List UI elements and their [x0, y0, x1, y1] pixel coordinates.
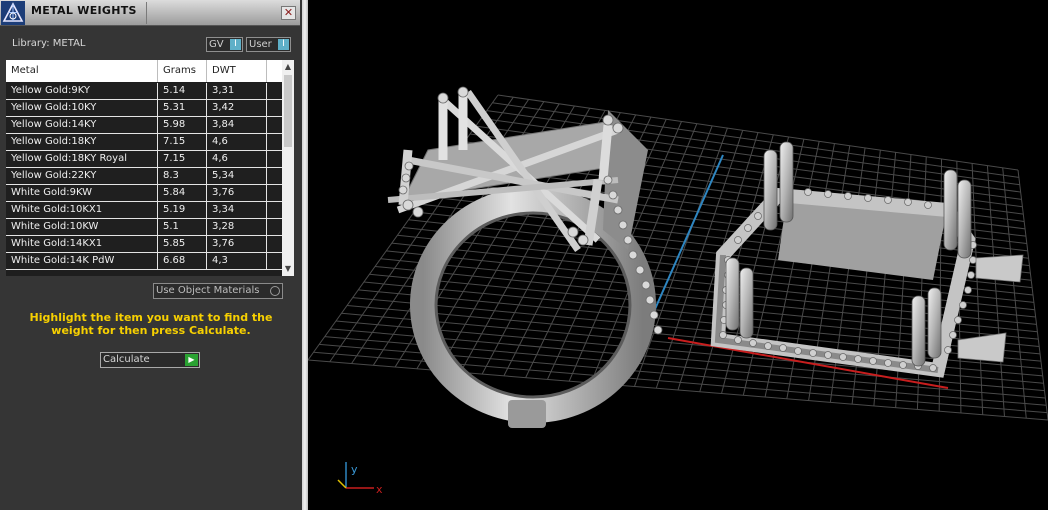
dwt-cell: 3,28	[207, 219, 267, 235]
table-row[interactable]: Yellow Gold:18KY Royal 7.15 4,6	[6, 151, 282, 168]
calculate-label: Calculate	[103, 354, 150, 365]
setting-model[interactable]	[710, 141, 1024, 378]
table-row[interactable]: White Gold:14K PdW 6.68 4,3	[6, 253, 282, 270]
close-button[interactable]: ✕	[281, 6, 296, 20]
toggle-indicator-icon: I	[278, 39, 289, 50]
dwt-cell: 5,34	[207, 168, 267, 184]
user-library-toggle[interactable]: User I	[246, 37, 291, 52]
use-object-materials-label: Use Object Materials	[156, 285, 260, 296]
dwt-cell: 3,76	[207, 236, 267, 252]
table-row[interactable]: Yellow Gold:9KY 5.14 3,31	[6, 83, 282, 100]
metal-cell: Yellow Gold:9KY	[6, 83, 158, 99]
table-row[interactable]: White Gold:10KX1 5.19 3,34	[6, 202, 282, 219]
column-header-dwt[interactable]: DWT	[207, 60, 267, 82]
3d-viewport[interactable]: y x	[308, 0, 1048, 510]
calculate-button[interactable]: Calculate ▶	[100, 352, 200, 368]
library-label: Library: METAL	[12, 38, 86, 49]
panel-title: METAL WEIGHTS	[31, 4, 137, 17]
metal-cell: Yellow Gold:18KY	[6, 134, 158, 150]
table-row[interactable]: White Gold:10KW 5.1 3,28	[6, 219, 282, 236]
metal-cell: Yellow Gold:22KY	[6, 168, 158, 184]
grams-cell: 5.1	[158, 219, 207, 235]
table-row[interactable]: Yellow Gold:22KY 8.3 5,34	[6, 168, 282, 185]
grams-cell: 5.14	[158, 83, 207, 99]
grams-cell: 7.15	[158, 151, 207, 167]
axis-gizmo: y x	[337, 462, 383, 496]
dwt-cell: 3,76	[207, 185, 267, 201]
metal-cell: White Gold:14K PdW	[6, 253, 158, 269]
user-toggle-label: User	[249, 39, 272, 50]
ring-model[interactable]	[387, 86, 663, 428]
metal-cell: White Gold:14KX1	[6, 236, 158, 252]
grams-cell: 5.84	[158, 185, 207, 201]
metal-weights-table[interactable]: Metal Grams DWT Yellow Gold:9KY 5.14 3,31 …	[6, 60, 294, 276]
title-bar[interactable]: METAL WEIGHTS ✕	[0, 0, 300, 26]
table-row[interactable]: Yellow Gold:10KY 5.31 3,42	[6, 100, 282, 117]
scroll-thumb[interactable]	[284, 75, 292, 147]
gizmo-x-label: x	[376, 483, 383, 496]
dwt-cell: 3,42	[207, 100, 267, 116]
table-row[interactable]: White Gold:9KW 5.84 3,76	[6, 185, 282, 202]
gv-library-toggle[interactable]: GV I	[206, 37, 243, 52]
title-separator	[146, 2, 147, 24]
table-row[interactable]: Yellow Gold:18KY 7.15 4,6	[6, 134, 282, 151]
grams-cell: 8.3	[158, 168, 207, 184]
grams-cell: 7.15	[158, 134, 207, 150]
viewport-scene: y x	[308, 86, 1048, 496]
metal-cell: White Gold:10KW	[6, 219, 158, 235]
grams-cell: 6.68	[158, 253, 207, 269]
column-header-grams[interactable]: Grams	[158, 60, 207, 82]
gizmo-y-label: y	[351, 463, 358, 476]
table-header: Metal Grams DWT	[6, 60, 282, 82]
dwt-cell: 4,3	[207, 253, 267, 269]
metal-cell: White Gold:10KX1	[6, 202, 158, 218]
metal-cell: Yellow Gold:18KY Royal	[6, 151, 158, 167]
chevron-down-icon[interactable]: ▼	[282, 262, 294, 276]
dwt-cell: 3,84	[207, 117, 267, 133]
dwt-cell: 3,34	[207, 202, 267, 218]
instruction-text: Highlight the item you want to find the …	[29, 311, 273, 337]
metal-cell: Yellow Gold:10KY	[6, 100, 158, 116]
grams-cell: 5.31	[158, 100, 207, 116]
column-header-metal[interactable]: Metal	[6, 60, 158, 82]
grams-cell: 5.19	[158, 202, 207, 218]
chevron-up-icon[interactable]: ▲	[282, 60, 294, 74]
play-icon: ▶	[185, 354, 198, 366]
toggle-indicator-icon: I	[230, 39, 241, 50]
use-object-materials-toggle[interactable]: Use Object Materials	[153, 283, 283, 299]
close-icon: ✕	[283, 6, 294, 19]
metal-cell: Yellow Gold:14KY	[6, 117, 158, 133]
grams-cell: 5.98	[158, 117, 207, 133]
table-row[interactable]: Yellow Gold:14KY 5.98 3,84	[6, 117, 282, 134]
grams-cell: 5.85	[158, 236, 207, 252]
table-row[interactable]: White Gold:14KX1 5.85 3,76	[6, 236, 282, 253]
radio-indicator-icon	[270, 286, 280, 296]
metal-weights-panel: METAL WEIGHTS ✕ Library: METAL GV I User…	[0, 0, 302, 510]
table-scrollbar[interactable]: ▲ ▼	[282, 60, 294, 276]
dwt-cell: 4,6	[207, 151, 267, 167]
dwt-cell: 4,6	[207, 134, 267, 150]
metal-cell: White Gold:9KW	[6, 185, 158, 201]
gv-toggle-label: GV	[209, 39, 224, 50]
table-body: Yellow Gold:9KY 5.14 3,31 Yellow Gold:10KY…	[6, 83, 282, 270]
dwt-cell: 3,31	[207, 83, 267, 99]
matrix-logo-icon	[1, 1, 25, 25]
